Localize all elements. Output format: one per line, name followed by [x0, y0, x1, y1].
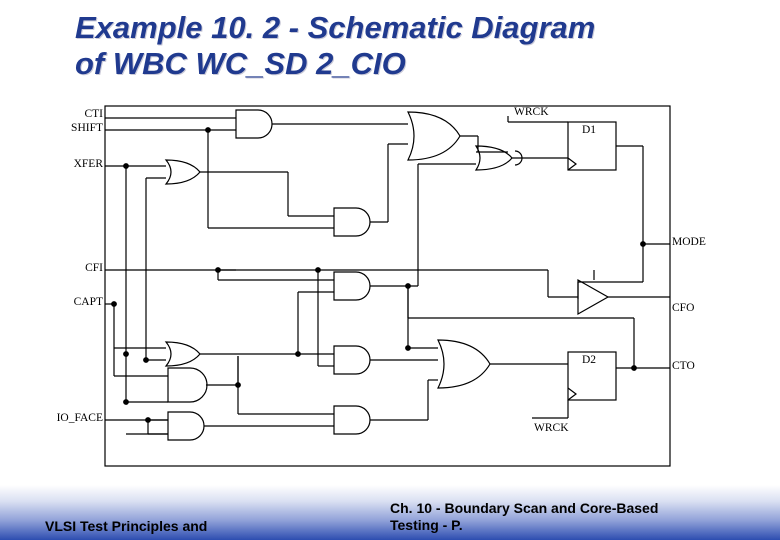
label-io-face: IO_FACE [48, 412, 103, 424]
label-wrck-top: WRCK [514, 106, 549, 118]
label-cti: CTI [70, 108, 103, 120]
label-wrck-bottom: WRCK [534, 422, 569, 434]
footer-left: VLSI Test Principles and [45, 518, 207, 534]
label-cfo: CFO [672, 302, 694, 314]
label-mode: MODE [672, 236, 706, 248]
schematic-svg [78, 104, 698, 468]
label-cto: CTO [672, 360, 695, 372]
footer-right-line1: Ch. 10 - Boundary Scan and Core-Based [390, 500, 658, 516]
title-line2: of WBC WC_SD 2_CIO [75, 46, 406, 81]
title-line1: Example 10. 2 - Schematic Diagram [75, 10, 595, 45]
label-d1: D1 [582, 124, 596, 136]
label-d2: D2 [582, 354, 596, 366]
footer-right-line2: Testing - P. [390, 517, 463, 533]
schematic-diagram: CTI SHIFT XFER CFI CAPT IO_FACE WRCK D1 … [78, 104, 698, 468]
page-title: Example 10. 2 - Schematic Diagram of WBC… [75, 10, 715, 81]
label-shift: SHIFT [62, 122, 103, 134]
footer-right: Ch. 10 - Boundary Scan and Core-Based Te… [390, 500, 740, 534]
label-cfi: CFI [74, 262, 103, 274]
label-xfer: XFER [66, 158, 103, 170]
label-capt: CAPT [66, 296, 103, 308]
